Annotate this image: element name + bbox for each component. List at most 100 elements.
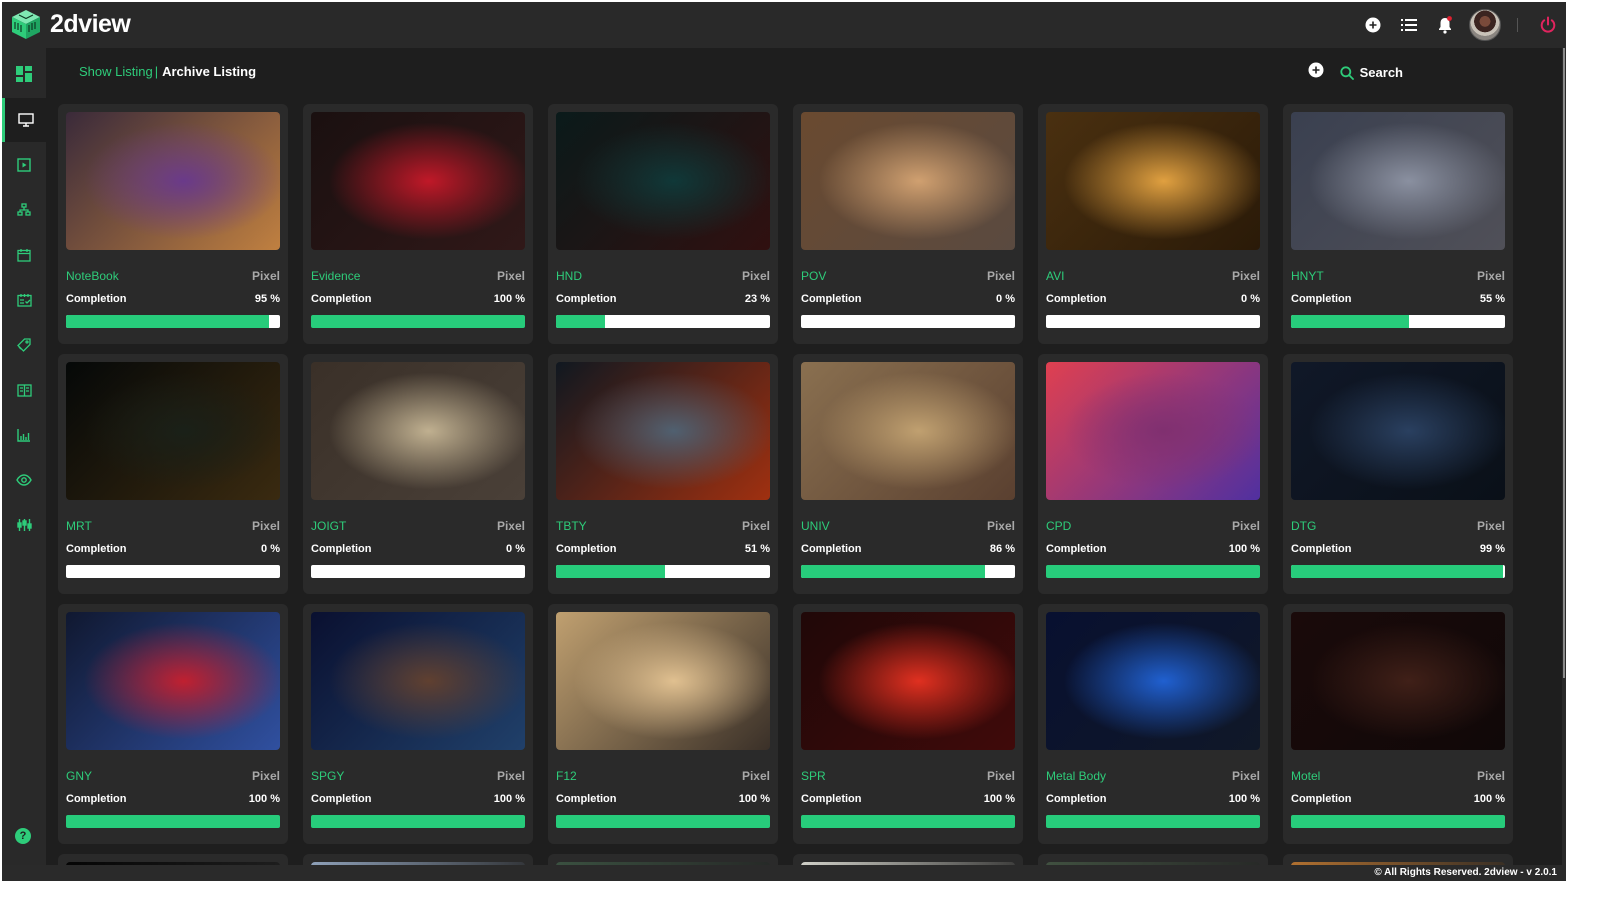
project-title[interactable]: NoteBook	[66, 269, 119, 283]
project-title[interactable]: TBTY	[556, 519, 587, 533]
project-thumbnail[interactable]	[1046, 612, 1260, 750]
project-title[interactable]: POV	[801, 269, 826, 283]
project-thumbnail[interactable]	[556, 112, 770, 250]
completion-progress-bar	[556, 815, 770, 828]
project-thumbnail[interactable]	[1291, 112, 1505, 250]
completion-progress-bar	[311, 315, 525, 328]
show-listing-link[interactable]: Show Listing	[79, 64, 153, 79]
plus-circle-icon	[1308, 62, 1324, 78]
completion-value: 100 %	[248, 793, 280, 805]
sidebar-item-monitor[interactable]	[2, 98, 46, 142]
completion-value: 100 %	[983, 793, 1015, 805]
project-card[interactable]: JOIGT Pixel Completion 0 %	[303, 354, 533, 594]
completion-progress-bar	[801, 815, 1015, 828]
sidebar-item-hierarchy[interactable]	[2, 188, 46, 232]
scrollbar[interactable]	[1562, 48, 1566, 881]
sidebar-item-media[interactable]	[2, 143, 46, 187]
project-card[interactable]: CPD Pixel Completion 100 %	[1038, 354, 1268, 594]
project-card[interactable]: MRT Pixel Completion 0 %	[58, 354, 288, 594]
project-title[interactable]: CPD	[1046, 519, 1071, 533]
sidebar-item-reports[interactable]	[2, 413, 46, 457]
completion-progress-bar	[801, 315, 1015, 328]
sidebar-item-tags[interactable]	[2, 323, 46, 367]
project-thumbnail[interactable]	[66, 112, 280, 250]
add-project-button[interactable]	[1308, 62, 1324, 83]
project-thumbnail[interactable]	[1291, 362, 1505, 500]
completion-value: 100 %	[1473, 793, 1505, 805]
project-title[interactable]: AVI	[1046, 269, 1064, 283]
logo[interactable]: 2dview	[10, 8, 131, 40]
project-type: Pixel	[496, 519, 525, 533]
completion-label: Completion	[1291, 793, 1352, 805]
project-title[interactable]: SPR	[801, 769, 826, 783]
project-title[interactable]: Evidence	[311, 269, 360, 283]
project-title[interactable]: Metal Body	[1046, 769, 1106, 783]
sidebar-item-calendar[interactable]	[2, 233, 46, 277]
project-card[interactable]: GNY Pixel Completion 100 %	[58, 604, 288, 844]
project-title[interactable]: MRT	[66, 519, 92, 533]
project-thumbnail[interactable]	[66, 612, 280, 750]
project-card[interactable]: HND Pixel Completion 23 %	[548, 104, 778, 344]
project-title[interactable]: UNIV	[801, 519, 830, 533]
add-circle-icon[interactable]	[1361, 13, 1385, 37]
project-thumbnail[interactable]	[556, 612, 770, 750]
listing-actions: Search	[1308, 62, 1403, 83]
project-card[interactable]: F12 Pixel Completion 100 %	[548, 604, 778, 844]
project-thumbnail[interactable]	[311, 362, 525, 500]
project-thumbnail[interactable]	[1291, 612, 1505, 750]
completion-value: 100 %	[738, 793, 770, 805]
completion-value: 0 %	[261, 543, 280, 555]
project-card[interactable]: NoteBook Pixel Completion 95 %	[58, 104, 288, 344]
project-type: Pixel	[741, 269, 770, 283]
project-thumbnail[interactable]	[556, 362, 770, 500]
user-avatar[interactable]	[1469, 9, 1501, 41]
project-card[interactable]: Motel Pixel Completion 100 %	[1283, 604, 1513, 844]
project-title[interactable]: SPGY	[311, 769, 344, 783]
project-card[interactable]: DTG Pixel Completion 99 %	[1283, 354, 1513, 594]
completion-progress-bar	[556, 565, 770, 578]
project-card[interactable]: HNYT Pixel Completion 55 %	[1283, 104, 1513, 344]
project-title[interactable]: JOIGT	[311, 519, 346, 533]
project-card[interactable]: SPR Pixel Completion 100 %	[793, 604, 1023, 844]
project-card[interactable]: TBTY Pixel Completion 51 %	[548, 354, 778, 594]
sidebar-item-dashboard[interactable]	[2, 52, 46, 96]
project-title[interactable]: GNY	[66, 769, 92, 783]
archive-listing-link[interactable]: Archive Listing	[162, 64, 256, 79]
help-icon[interactable]: ?	[15, 828, 31, 844]
project-title[interactable]: Motel	[1291, 769, 1320, 783]
search-button[interactable]: Search	[1340, 65, 1403, 80]
project-thumbnail[interactable]	[1046, 362, 1260, 500]
completion-label: Completion	[556, 793, 617, 805]
project-type: Pixel	[986, 519, 1015, 533]
sidebar-item-settings[interactable]	[2, 503, 46, 547]
project-thumbnail[interactable]	[801, 112, 1015, 250]
project-thumbnail[interactable]	[311, 112, 525, 250]
project-thumbnail[interactable]	[66, 362, 280, 500]
project-type: Pixel	[1476, 269, 1505, 283]
project-title[interactable]: HND	[556, 269, 582, 283]
project-thumbnail[interactable]	[801, 612, 1015, 750]
power-icon[interactable]	[1536, 13, 1560, 37]
project-card[interactable]: Evidence Pixel Completion 100 %	[303, 104, 533, 344]
sidebar-item-schedule[interactable]	[2, 278, 46, 322]
completion-progress-fill	[1046, 815, 1260, 828]
project-type: Pixel	[1231, 769, 1260, 783]
project-card[interactable]: SPGY Pixel Completion 100 %	[303, 604, 533, 844]
bell-icon[interactable]	[1433, 13, 1457, 37]
completion-value: 100 %	[1228, 543, 1260, 555]
list-icon[interactable]	[1397, 13, 1421, 37]
completion-progress-fill	[66, 315, 270, 328]
project-card[interactable]: AVI Pixel Completion 0 %	[1038, 104, 1268, 344]
project-card[interactable]: UNIV Pixel Completion 86 %	[793, 354, 1023, 594]
project-title[interactable]: DTG	[1291, 519, 1316, 533]
project-title[interactable]: HNYT	[1291, 269, 1324, 283]
sidebar-item-review[interactable]	[2, 458, 46, 502]
scrollbar-thumb[interactable]	[1563, 48, 1565, 678]
project-title[interactable]: F12	[556, 769, 577, 783]
project-card[interactable]: POV Pixel Completion 0 %	[793, 104, 1023, 344]
project-thumbnail[interactable]	[801, 362, 1015, 500]
project-card[interactable]: Metal Body Pixel Completion 100 %	[1038, 604, 1268, 844]
sidebar-item-docs[interactable]	[2, 368, 46, 412]
project-thumbnail[interactable]	[311, 612, 525, 750]
project-thumbnail[interactable]	[1046, 112, 1260, 250]
